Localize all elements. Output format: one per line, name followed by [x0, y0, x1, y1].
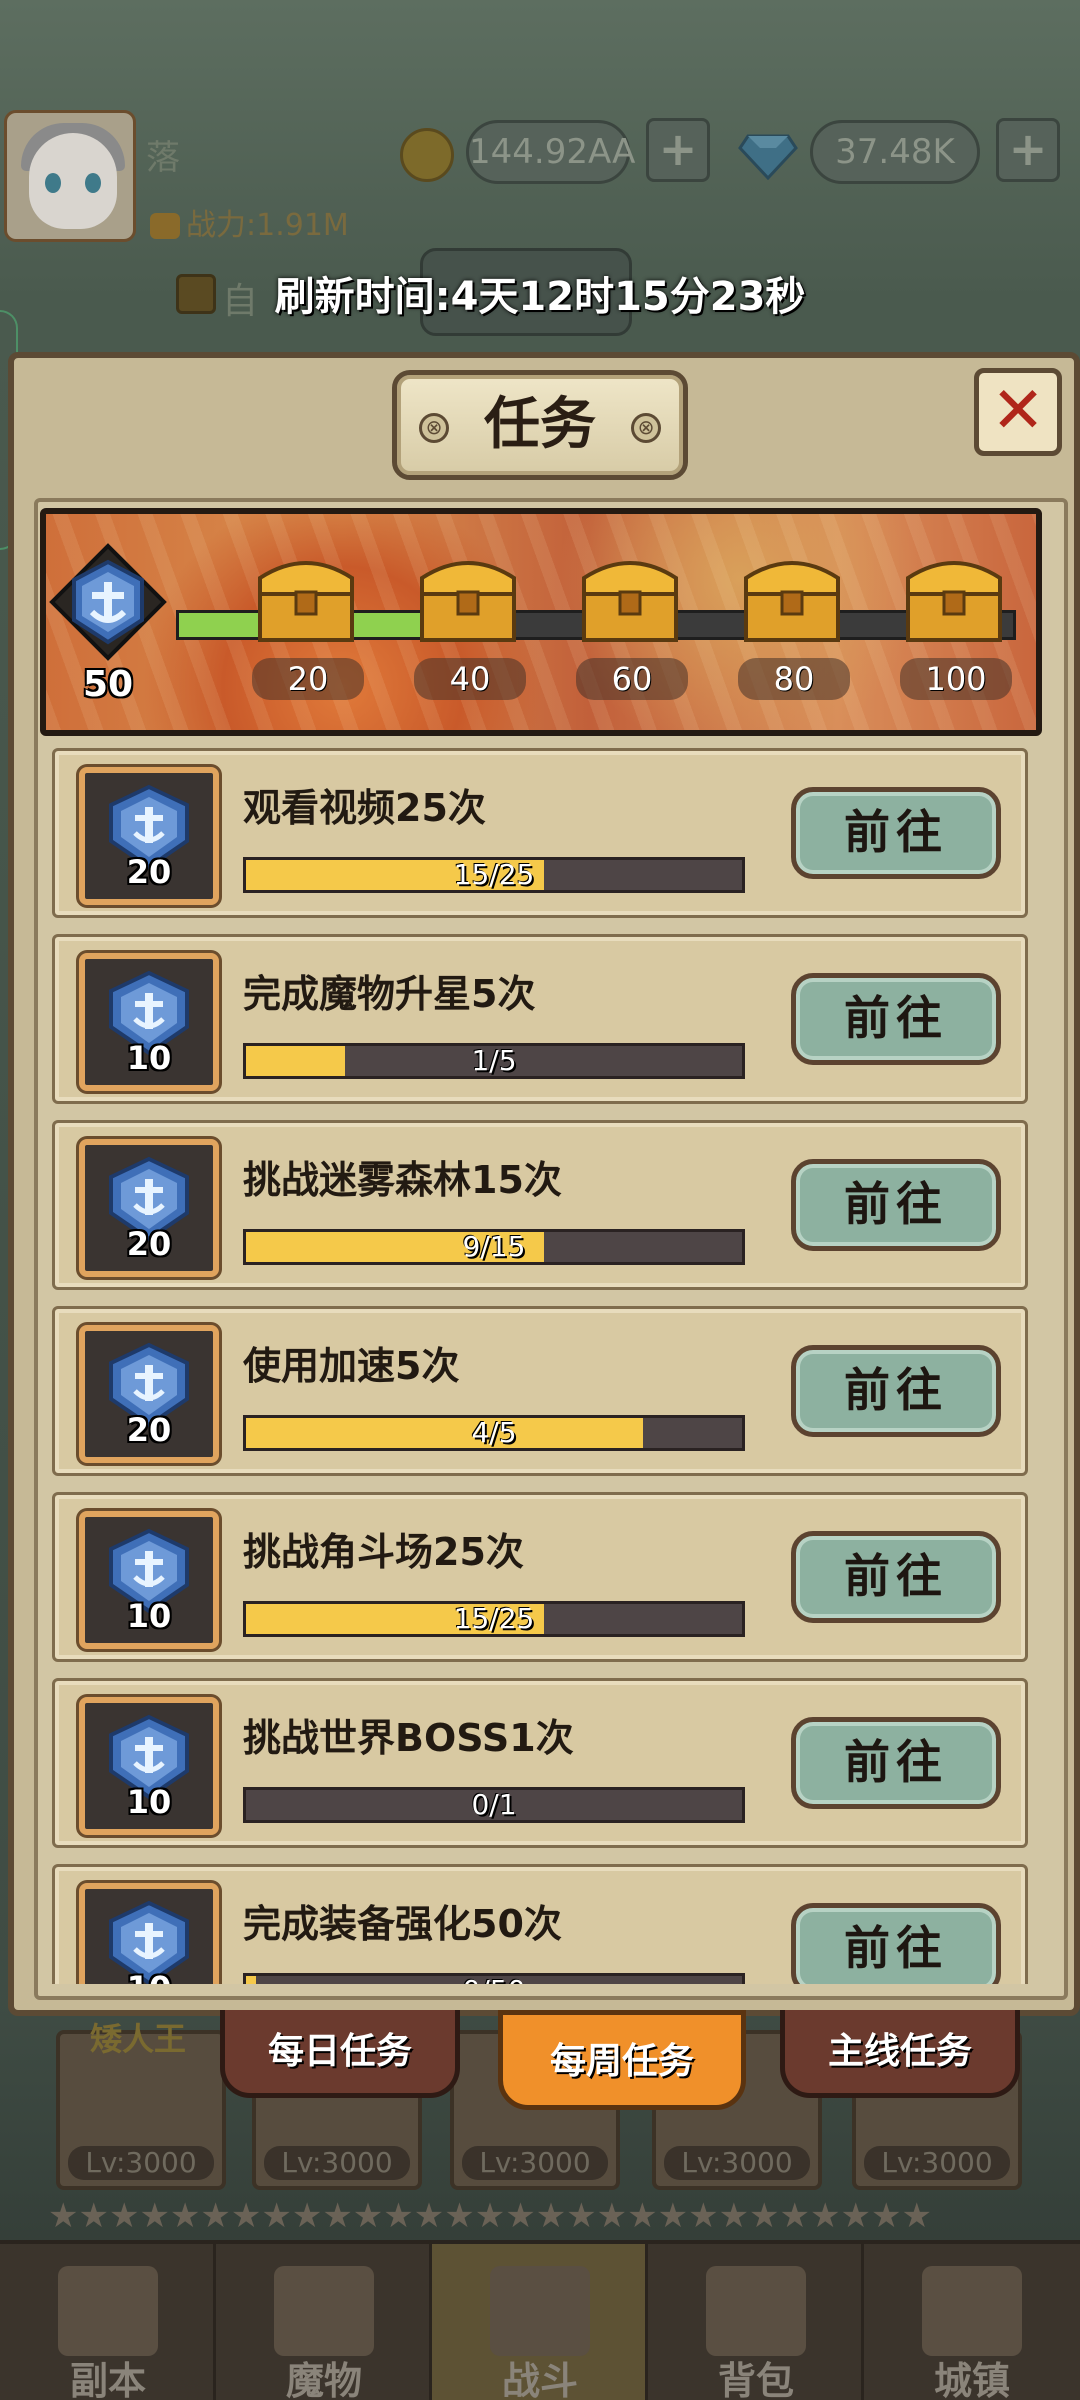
chest-60-icon[interactable] — [570, 548, 690, 648]
close-button[interactable]: ✕ — [974, 368, 1062, 456]
task-points: 10 — [126, 1597, 172, 1635]
rivet-left-icon: ⊗ — [419, 413, 449, 443]
add-gems-button[interactable]: + — [996, 118, 1060, 182]
nav-label: 背包 — [717, 2359, 794, 2400]
refresh-timer: 刷新时间:4天12时15分23秒 — [274, 274, 806, 320]
task-progress-text: 15/25 — [453, 858, 535, 891]
task-title: 挑战迷雾森林15次 — [243, 1158, 562, 1202]
task-row: 10 完成魔物升星5次 1/5 前往 — [52, 934, 1028, 1104]
go-button[interactable]: 前往 — [791, 1159, 1001, 1251]
hero-level: Lv:3000 — [864, 2146, 1010, 2180]
shop-building-icon — [922, 2266, 1022, 2356]
hero-level: Lv:3000 — [264, 2146, 410, 2180]
panel-title-plate: ⊗ 任务 ⊗ — [392, 370, 688, 480]
hero-level: Lv:3000 — [462, 2146, 608, 2180]
task-row: 20 挑战迷雾森林15次 9/15 前往 — [52, 1120, 1028, 1290]
task-title: 挑战世界BOSS1次 — [243, 1716, 574, 1760]
go-button[interactable]: 前往 — [791, 973, 1001, 1065]
gem-amount: 37.48K — [810, 120, 980, 184]
player-avatar[interactable] — [4, 110, 136, 242]
chest-80-threshold: 80 — [738, 658, 850, 700]
nav-item-battle[interactable]: 战斗 — [432, 2244, 648, 2400]
task-progress-text: 1/5 — [471, 1044, 517, 1077]
task-progress-bar: 9/15 — [243, 1229, 745, 1265]
task-row: 10 完成装备强化50次 0/50 前往 — [52, 1864, 1028, 1984]
task-title: 使用加速5次 — [243, 1344, 460, 1388]
power-label: 战力:1.91M — [186, 208, 349, 243]
task-points: 10 — [79, 1969, 219, 1984]
power-icon — [150, 213, 180, 239]
hero-level: Lv:3000 — [68, 2146, 214, 2180]
nav-label: 战斗 — [501, 2359, 578, 2400]
go-button[interactable]: 前往 — [791, 787, 1001, 879]
task-points: 20 — [126, 853, 172, 891]
task-title: 完成魔物升星5次 — [243, 972, 536, 1016]
task-row: 20 使用加速5次 4/5 前往 — [52, 1306, 1028, 1476]
chest-100-threshold: 100 — [900, 658, 1012, 700]
task-progress-text: 15/25 — [453, 1602, 535, 1635]
task-points: 10 — [126, 1783, 172, 1821]
chest-40-threshold: 40 — [414, 658, 526, 700]
panel-title: 任务 — [484, 392, 596, 457]
diamond-icon — [738, 134, 798, 180]
crossed-swords-icon — [490, 2266, 590, 2356]
task-points: 20 — [126, 1411, 172, 1449]
reward-progress-banner — [40, 508, 1042, 736]
nav-item-backpack[interactable]: 背包 — [648, 2244, 864, 2400]
task-points: 20 — [126, 1225, 172, 1263]
task-progress-bar: 4/5 — [243, 1415, 745, 1451]
chest-100-icon[interactable] — [894, 548, 1014, 648]
chest-80-icon[interactable] — [732, 548, 852, 648]
nav-item-dungeon[interactable]: 副本 — [0, 2244, 216, 2400]
task-title: 挑战角斗场25次 — [243, 1530, 524, 1574]
nav-item-monster[interactable]: 魔物 — [216, 2244, 432, 2400]
task-title: 观看视频25次 — [243, 786, 486, 830]
helmet-icon — [274, 2266, 374, 2356]
task-progress-text: 9/15 — [462, 1230, 526, 1263]
gold-amount: 144.92AA — [466, 120, 635, 184]
task-row: 20 观看视频25次 15/25 前往 — [52, 748, 1028, 918]
backpack-icon — [706, 2266, 806, 2356]
task-progress-bar: 0/1 — [243, 1787, 745, 1823]
bottom-navigation: 副本 魔物 战斗 背包 城镇 — [0, 2240, 1080, 2400]
hero-star-rows: ★★★★★★★★★★★★★★★★★★★★★★★★★★★★★ — [48, 2196, 932, 2236]
combat-power: 战力:1.91M — [150, 200, 349, 244]
task-title: 完成装备强化50次 — [243, 1902, 562, 1946]
tab-daily[interactable]: 每日任务 — [220, 2010, 460, 2098]
task-progress-text: 4/5 — [471, 1416, 517, 1449]
task-row: 10 挑战世界BOSS1次 0/1 前往 — [52, 1678, 1028, 1848]
go-button[interactable]: 前往 — [791, 1531, 1001, 1623]
task-progress-bar: 1/5 — [243, 1043, 745, 1079]
hero-name: 矮人王 — [90, 2020, 187, 2058]
task-progress-bar: 0/50 — [243, 1973, 745, 1984]
tab-weekly[interactable]: 每周任务 — [498, 2010, 746, 2110]
player-name: 落 — [146, 138, 180, 178]
task-list[interactable]: 20 观看视频25次 15/25 前往 10 完成魔物升星5次 1/5 前往 2… — [52, 748, 1030, 1984]
rivet-right-icon: ⊗ — [631, 413, 661, 443]
hero-level: Lv:3000 — [664, 2146, 810, 2180]
go-button[interactable]: 前往 — [791, 1717, 1001, 1809]
nav-item-town[interactable]: 城镇 — [864, 2244, 1080, 2400]
add-gold-button[interactable]: + — [646, 118, 710, 182]
chest-60-threshold: 60 — [576, 658, 688, 700]
nav-label: 副本 — [69, 2359, 146, 2400]
task-row: 10 挑战角斗场25次 15/25 前往 — [52, 1492, 1028, 1662]
task-progress-bar: 15/25 — [243, 857, 745, 893]
task-points: 10 — [126, 1039, 172, 1077]
chest-20-threshold: 20 — [252, 658, 364, 700]
scroll-map-icon — [58, 2266, 158, 2356]
go-button[interactable]: 前往 — [791, 1903, 1001, 1984]
chest-40-icon[interactable] — [408, 548, 528, 648]
chest-20-icon[interactable] — [246, 548, 366, 648]
tab-main[interactable]: 主线任务 — [780, 2010, 1020, 2098]
task-progress-text: 0/50 — [246, 1976, 742, 1985]
task-progress-bar: 15/25 — [243, 1601, 745, 1637]
activity-points-value: 50 — [82, 664, 134, 705]
gold-coin-icon — [400, 128, 454, 182]
go-button[interactable]: 前往 — [791, 1345, 1001, 1437]
nav-label: 魔物 — [285, 2359, 362, 2400]
nav-label: 城镇 — [933, 2359, 1010, 2400]
task-progress-text: 0/1 — [471, 1788, 517, 1821]
